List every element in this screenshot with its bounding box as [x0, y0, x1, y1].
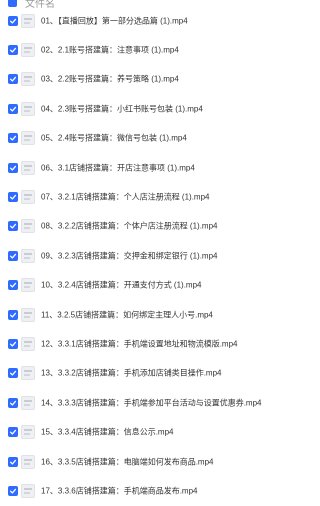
- checkbox-checked-icon[interactable]: [8, 427, 18, 438]
- checkbox-checked-icon[interactable]: [8, 368, 18, 379]
- file-list: 01、【直播回放】第一部分选品篇 (1).mp4 02、2.1账号搭建篇：注意事项…: [0, 6, 307, 506]
- file-row[interactable]: 10、3.2.4店铺搭建篇：开通支付方式 (1).mp4: [0, 271, 307, 300]
- video-thumbnail-icon: [21, 72, 35, 87]
- file-name[interactable]: 05、2.4账号搭建篇：微信号包装 (1).mp4: [41, 133, 187, 144]
- checkbox-checked-icon[interactable]: [8, 280, 18, 291]
- video-thumbnail-icon: [21, 101, 35, 116]
- file-row[interactable]: 13、3.3.2店铺搭建篇：手机添加店铺类目操作.mp4: [0, 359, 307, 388]
- video-thumbnail-icon: [21, 160, 35, 175]
- file-name[interactable]: 16、3.3.5店铺搭建篇：电脑端如何发布商品.mp4: [41, 456, 213, 467]
- video-thumbnail-icon: [21, 131, 35, 146]
- video-thumbnail-icon: [21, 395, 35, 410]
- file-row[interactable]: 08、3.2.2店铺搭建篇：个体户店注册流程 (1).mp4: [0, 212, 307, 241]
- file-row[interactable]: 11、3.2.5店铺搭建篇：如何绑定主理人小号.mp4: [0, 300, 307, 329]
- video-thumbnail-icon: [21, 13, 35, 28]
- file-name[interactable]: 10、3.2.4店铺搭建篇：开通支付方式 (1).mp4: [41, 280, 201, 291]
- file-row[interactable]: 14、3.3.3店铺搭建篇：手机端参加平台活动与设置优惠券.mp4: [0, 388, 307, 417]
- video-thumbnail-icon: [21, 43, 35, 58]
- file-row[interactable]: 09、3.2.3店铺搭建篇：交押金和绑定银行 (1).mp4: [0, 241, 307, 270]
- file-row[interactable]: 12、3.3.1店铺搭建篇：手机端设置地址和物流模版.mp4: [0, 329, 307, 358]
- checkbox-checked-icon[interactable]: [8, 456, 18, 467]
- file-name[interactable]: 02、2.1账号搭建篇：注意事项 (1).mp4: [41, 45, 179, 56]
- file-name[interactable]: 03、2.2账号搭建篇：养号策略 (1).mp4: [41, 74, 179, 85]
- file-row[interactable]: 16、3.3.5店铺搭建篇：电脑端如何发布商品.mp4: [0, 447, 307, 476]
- video-thumbnail-icon: [21, 248, 35, 263]
- file-name[interactable]: 04、2.3账号搭建篇：小红书账号包装 (1).mp4: [41, 103, 203, 114]
- video-thumbnail-icon: [21, 483, 35, 498]
- video-thumbnail-icon: [21, 219, 35, 234]
- checkbox-checked-icon[interactable]: [8, 192, 18, 203]
- file-row[interactable]: 04、2.3账号搭建篇：小红书账号包装 (1).mp4: [0, 94, 307, 123]
- video-thumbnail-icon: [21, 366, 35, 381]
- video-thumbnail-icon: [21, 190, 35, 205]
- video-thumbnail-icon: [21, 336, 35, 351]
- file-name[interactable]: 13、3.3.2店铺搭建篇：手机添加店铺类目操作.mp4: [41, 368, 221, 379]
- video-thumbnail-icon: [21, 307, 35, 322]
- checkbox-checked-icon[interactable]: [8, 250, 18, 261]
- video-thumbnail-icon: [21, 278, 35, 293]
- video-thumbnail-icon: [21, 425, 35, 440]
- file-row[interactable]: 05、2.4账号搭建篇：微信号包装 (1).mp4: [0, 124, 307, 153]
- file-name[interactable]: 06、3.1店铺搭建篇：开店注意事项 (1).mp4: [41, 162, 195, 173]
- file-row[interactable]: 06、3.1店铺搭建篇：开店注意事项 (1).mp4: [0, 153, 307, 182]
- file-name[interactable]: 12、3.3.1店铺搭建篇：手机端设置地址和物流模版.mp4: [41, 338, 237, 349]
- file-row[interactable]: 03、2.2账号搭建篇：养号策略 (1).mp4: [0, 65, 307, 94]
- checkbox-checked-icon[interactable]: [8, 74, 18, 85]
- checkbox-checked-icon[interactable]: [8, 15, 18, 26]
- checkbox-checked-icon[interactable]: [8, 309, 18, 320]
- file-row[interactable]: 15、3.3.4店铺搭建篇：信息公示.mp4: [0, 417, 307, 446]
- file-row[interactable]: 07、3.2.1店铺搭建篇：个人店注册流程 (1).mp4: [0, 182, 307, 211]
- file-name[interactable]: 11、3.2.5店铺搭建篇：如何绑定主理人小号.mp4: [41, 309, 213, 320]
- video-thumbnail-icon: [21, 454, 35, 469]
- checkbox-checked-icon[interactable]: [8, 162, 18, 173]
- file-name[interactable]: 07、3.2.1店铺搭建篇：个人店注册流程 (1).mp4: [41, 192, 209, 203]
- file-name[interactable]: 14、3.3.3店铺搭建篇：手机端参加平台活动与设置优惠券.mp4: [41, 397, 261, 408]
- file-name[interactable]: 09、3.2.3店铺搭建篇：交押金和绑定银行 (1).mp4: [41, 250, 217, 261]
- file-name[interactable]: 15、3.3.4店铺搭建篇：信息公示.mp4: [41, 427, 173, 438]
- checkbox-checked-icon[interactable]: [8, 45, 18, 56]
- file-row[interactable]: 02、2.1账号搭建篇：注意事项 (1).mp4: [0, 35, 307, 64]
- file-name[interactable]: 08、3.2.2店铺搭建篇：个体户店注册流程 (1).mp4: [41, 221, 217, 232]
- checkbox-checked-icon[interactable]: [8, 338, 18, 349]
- checkbox-checked-icon[interactable]: [8, 485, 18, 496]
- file-name[interactable]: 01、【直播回放】第一部分选品篇 (1).mp4: [41, 15, 188, 26]
- file-row[interactable]: 01、【直播回放】第一部分选品篇 (1).mp4: [0, 6, 307, 35]
- checkbox-checked-icon[interactable]: [8, 221, 18, 232]
- file-name[interactable]: 17、3.3.6店铺搭建篇：手机端商品发布.mp4: [41, 485, 197, 496]
- checkbox-checked-icon[interactable]: [8, 133, 18, 144]
- checkbox-checked-icon[interactable]: [8, 397, 18, 408]
- checkbox-checked-icon[interactable]: [8, 103, 18, 114]
- file-row[interactable]: 17、3.3.6店铺搭建篇：手机端商品发布.mp4: [0, 476, 307, 505]
